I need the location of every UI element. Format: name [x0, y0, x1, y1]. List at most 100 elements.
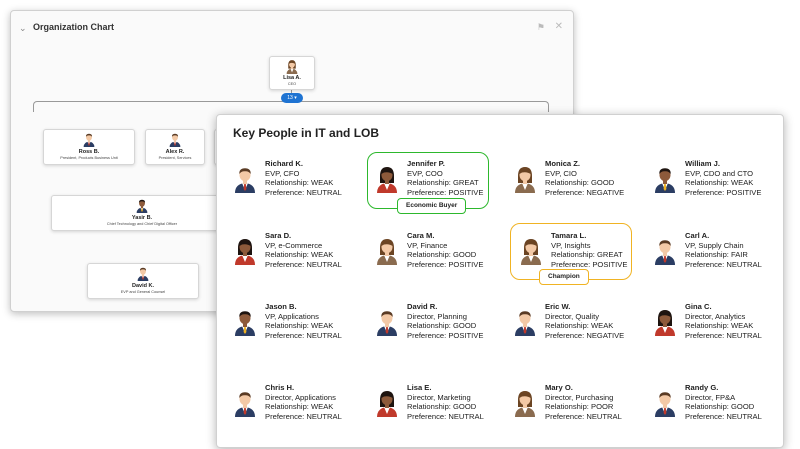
chevron-down-icon[interactable]: ⌄ [19, 23, 27, 34]
person-title: EVP, CIO [545, 168, 577, 178]
person-relationship: Relationship: WEAK [685, 321, 754, 331]
org-node-title: EVP and General Counsel [120, 290, 166, 294]
key-people-panel: Key People in IT and LOB Economic Buyer … [216, 114, 784, 448]
person-name: Randy G. [685, 383, 719, 392]
person-relationship: Relationship: GOOD [545, 178, 615, 188]
person-card[interactable]: Tamara L. VP, Insights Relationship: GRE… [503, 231, 633, 285]
org-node-title: President, Services [158, 156, 192, 160]
person-name: Sara D. [265, 231, 292, 240]
avatar [375, 308, 399, 341]
person-title: Director, Applications [265, 392, 336, 402]
person-card[interactable]: Monica Z. EVP, CIO Relationship: GOOD Pr… [497, 159, 627, 213]
person-name: Richard K. [265, 159, 303, 168]
org-node[interactable]: Alex R. President, Services [145, 129, 205, 165]
person-title: VP, e-Commerce [265, 240, 323, 250]
close-icon[interactable]: ✕ [555, 21, 563, 32]
person-relationship: Relationship: FAIR [685, 250, 748, 260]
person-title: EVP, CDO and CTO [685, 168, 754, 178]
person-relationship: Relationship: WEAK [265, 321, 334, 331]
person-relationship: Relationship: GOOD [685, 402, 755, 412]
avatar [653, 389, 677, 422]
person-title: VP, Supply Chain [685, 240, 744, 250]
person-preference: Preference: NEUTRAL [685, 330, 762, 340]
person-card[interactable]: Gina C. Director, Analytics Relationship… [637, 302, 767, 356]
person-name: Tamara L. [551, 231, 587, 240]
person-preference: Preference: NEUTRAL [265, 259, 342, 269]
avatar [513, 165, 537, 198]
person-card[interactable]: Chris H. Director, Applications Relation… [217, 383, 347, 437]
org-node-title: President, Products Business Unit [60, 156, 118, 160]
person-preference: Preference: POSITIVE [407, 187, 484, 197]
person-card[interactable]: Cara M. VP, Finance Relationship: GOOD P… [359, 231, 489, 285]
person-relationship: Relationship: GOOD [407, 250, 477, 260]
person-preference: Preference: NEGATIVE [545, 187, 625, 197]
person-title: EVP, CFO [265, 168, 300, 178]
person-preference: Preference: NEGATIVE [545, 330, 625, 340]
person-relationship: Relationship: GOOD [407, 402, 477, 412]
person-name: Jason B. [265, 302, 297, 311]
person-title: EVP, COO [407, 168, 443, 178]
avatar [233, 308, 257, 341]
person-preference: Preference: NEUTRAL [685, 411, 762, 421]
avatar [519, 237, 543, 270]
person-relationship: Relationship: POOR [545, 402, 614, 412]
person-title: VP, Applications [265, 311, 319, 321]
person-card[interactable]: Carl A. VP, Supply Chain Relationship: F… [637, 231, 767, 285]
person-relationship: Relationship: GOOD [407, 321, 477, 331]
person-preference: Preference: NEUTRAL [265, 330, 342, 340]
person-relationship: Relationship: WEAK [265, 402, 334, 412]
person-card[interactable]: Mary O. Director, Purchasing Relationshi… [497, 383, 627, 437]
person-preference: Preference: POSITIVE [685, 187, 762, 197]
avatar [513, 389, 537, 422]
org-chart-title: Organization Chart [33, 22, 115, 32]
person-title: VP, Insights [551, 240, 591, 250]
person-relationship: Relationship: GREAT [407, 178, 479, 188]
person-card[interactable]: Jason B. VP, Applications Relationship: … [217, 302, 347, 356]
avatar [233, 165, 257, 198]
person-card[interactable]: Jennifer P. EVP, COO Relationship: GREAT… [359, 159, 489, 213]
person-title: Director, FP&A [685, 392, 736, 402]
org-node[interactable]: Yasir B. Chief Technology and Chief Digi… [51, 195, 233, 231]
person-relationship: Relationship: GREAT [551, 250, 623, 260]
person-name: David R. [407, 302, 438, 311]
org-chart-header: ⌄ Organization Chart ⚑ ✕ [11, 11, 573, 45]
person-preference: Preference: POSITIVE [407, 330, 484, 340]
org-node-name: David K. [131, 283, 154, 289]
avatar [513, 308, 537, 341]
person-title: VP, Finance [407, 240, 448, 250]
person-name: Mary O. [545, 383, 573, 392]
avatar [375, 237, 399, 270]
person-name: William J. [685, 159, 720, 168]
person-title: Director, Purchasing [545, 392, 614, 402]
person-relationship: Relationship: WEAK [685, 178, 754, 188]
person-preference: Preference: NEUTRAL [265, 411, 342, 421]
flag-icon[interactable]: ⚑ [537, 22, 545, 33]
avatar [375, 389, 399, 422]
org-node[interactable]: David K. EVP and General Counsel [87, 263, 199, 299]
avatar [375, 165, 399, 198]
org-node[interactable]: Ross B. President, Products Business Uni… [43, 129, 135, 165]
person-name: Jennifer P. [407, 159, 445, 168]
org-node-name: Alex R. [165, 149, 185, 155]
person-name: Gina C. [685, 302, 712, 311]
org-node-title: Chief Technology and Chief Digital Offic… [106, 222, 178, 226]
person-card[interactable]: Richard K. EVP, CFO Relationship: WEAK P… [217, 159, 347, 213]
person-card[interactable]: Lisa E. Director, Marketing Relationship… [359, 383, 489, 437]
person-title: Director, Quality [545, 311, 600, 321]
person-title: Director, Marketing [407, 392, 471, 402]
avatar [653, 237, 677, 270]
person-title: Director, Analytics [685, 311, 746, 321]
person-card[interactable]: Randy G. Director, FP&A Relationship: GO… [637, 383, 767, 437]
person-card[interactable]: Eric W. Director, Quality Relationship: … [497, 302, 627, 356]
person-card[interactable]: William J. EVP, CDO and CTO Relationship… [637, 159, 767, 213]
person-card[interactable]: David R. Director, Planning Relationship… [359, 302, 489, 356]
person-relationship: Relationship: WEAK [265, 178, 334, 188]
person-card[interactable]: Sara D. VP, e-Commerce Relationship: WEA… [217, 231, 347, 285]
person-name: Chris H. [265, 383, 295, 392]
key-people-title: Key People in IT and LOB [233, 126, 380, 140]
person-preference: Preference: NEUTRAL [685, 259, 762, 269]
person-name: Lisa E. [407, 383, 432, 392]
avatar [653, 165, 677, 198]
direct-reports-badge[interactable]: 13 ▾ [281, 93, 303, 103]
org-node-ceo[interactable]: Lisa A. CEO [269, 56, 315, 90]
